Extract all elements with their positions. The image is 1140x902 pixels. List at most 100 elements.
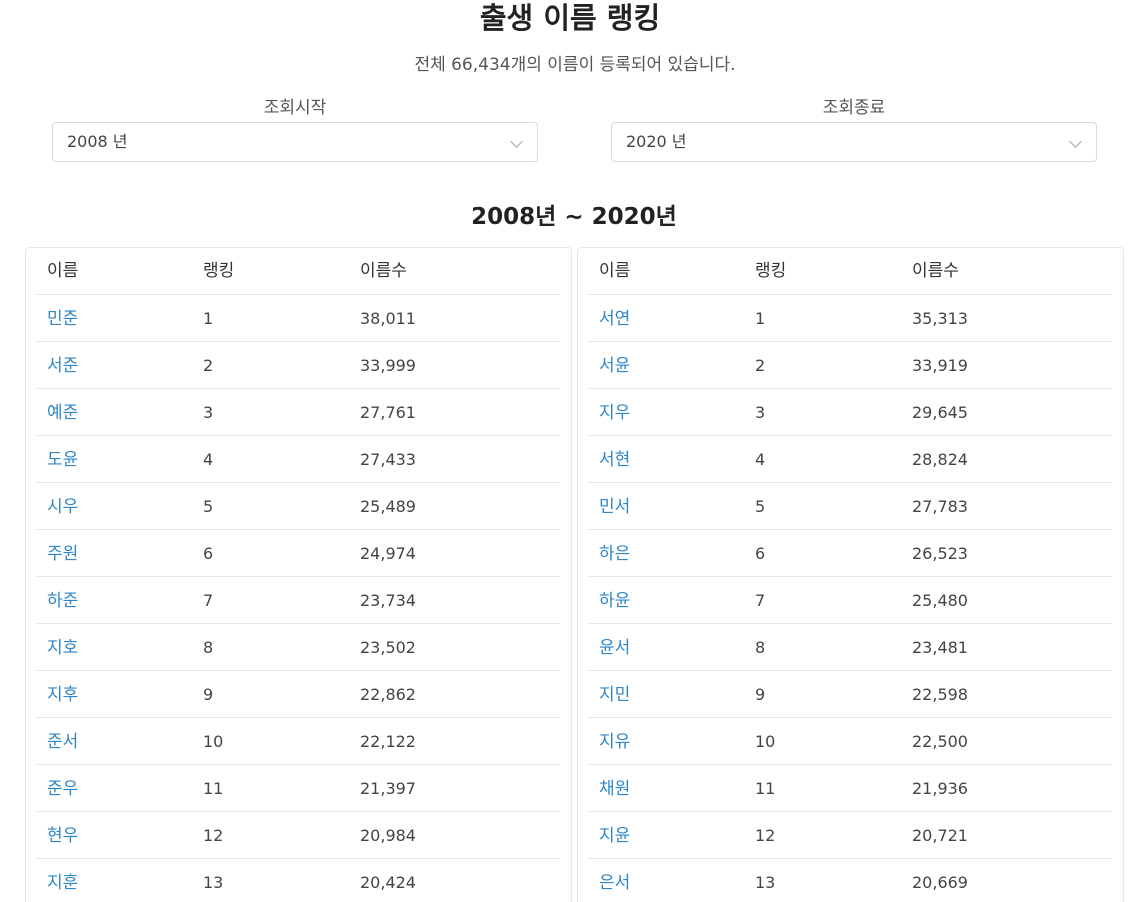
start-year-value: 2008 년 xyxy=(67,132,128,151)
table-row: 예준 3 27,761 xyxy=(36,389,560,436)
rank-cell: 9 xyxy=(203,685,214,704)
rank-cell: 6 xyxy=(203,544,214,563)
name-link[interactable]: 예준 xyxy=(47,389,78,437)
count-cell: 20,721 xyxy=(912,826,968,845)
name-link[interactable]: 채원 xyxy=(599,765,630,813)
count-cell: 33,919 xyxy=(912,356,968,375)
name-link[interactable]: 서윤 xyxy=(599,342,630,390)
name-link[interactable]: 지후 xyxy=(47,671,78,719)
table-row: 시우 5 25,489 xyxy=(36,483,560,530)
table-row: 하준 7 23,734 xyxy=(36,577,560,624)
table-row: 윤서 8 23,481 xyxy=(588,624,1112,671)
page-title: 출생 이름 랭킹 xyxy=(479,1,661,35)
boys-ranking-table: 이름 랭킹 이름수 민준 1 38,011 서준 2 33,999 예준 3 27,761 도윤 4… xyxy=(25,247,572,902)
name-link[interactable]: 은서 xyxy=(599,859,630,902)
name-link[interactable]: 민서 xyxy=(599,483,630,531)
name-link[interactable]: 준우 xyxy=(47,765,78,813)
count-cell: 22,500 xyxy=(912,732,968,751)
name-link[interactable]: 하윤 xyxy=(599,577,630,625)
rank-cell: 5 xyxy=(203,497,214,516)
chevron-down-icon xyxy=(510,135,523,148)
rank-cell: 4 xyxy=(755,450,766,469)
count-cell: 23,481 xyxy=(912,638,968,657)
rank-cell: 2 xyxy=(755,356,766,375)
name-link[interactable]: 주원 xyxy=(47,530,78,578)
name-link[interactable]: 지윤 xyxy=(599,812,630,860)
table-row: 은서 13 20,669 xyxy=(588,859,1112,902)
table-row: 서준 2 33,999 xyxy=(36,342,560,389)
name-link[interactable]: 민준 xyxy=(47,295,78,343)
name-link[interactable]: 도윤 xyxy=(47,436,78,484)
count-cell: 21,397 xyxy=(360,779,416,798)
name-link[interactable]: 지훈 xyxy=(47,859,78,902)
table-row: 현우 12 20,984 xyxy=(36,812,560,859)
end-year-select[interactable]: 2020 년 xyxy=(611,122,1097,162)
table-row: 지우 3 29,645 xyxy=(588,389,1112,436)
name-link[interactable]: 하은 xyxy=(599,530,630,578)
count-cell: 22,598 xyxy=(912,685,968,704)
start-year-select[interactable]: 2008 년 xyxy=(52,122,538,162)
count-cell: 29,645 xyxy=(912,403,968,422)
end-year-filter: 조회종료 2020 년 xyxy=(611,96,1097,162)
range-title: 2008년 ~ 2020년 xyxy=(471,204,677,230)
rank-cell: 12 xyxy=(755,826,776,845)
count-cell: 35,313 xyxy=(912,309,968,328)
column-header-name: 이름 xyxy=(599,261,631,281)
count-cell: 25,489 xyxy=(360,497,416,516)
rank-cell: 1 xyxy=(755,309,766,328)
table-header-row: 이름 랭킹 이름수 xyxy=(36,248,560,295)
column-header-name: 이름 xyxy=(47,261,79,281)
count-cell: 27,433 xyxy=(360,450,416,469)
start-year-filter: 조회시작 2008 년 xyxy=(52,96,538,162)
name-link[interactable]: 준서 xyxy=(47,718,78,766)
table-row: 도윤 4 27,433 xyxy=(36,436,560,483)
table-row: 민서 5 27,783 xyxy=(588,483,1112,530)
rank-cell: 12 xyxy=(203,826,224,845)
column-header-rank: 랭킹 xyxy=(755,261,787,281)
chevron-down-icon xyxy=(1069,135,1082,148)
rank-cell: 11 xyxy=(755,779,776,798)
count-cell: 23,502 xyxy=(360,638,416,657)
table-row: 지유 10 22,500 xyxy=(588,718,1112,765)
rank-cell: 8 xyxy=(203,638,214,657)
rank-cell: 5 xyxy=(755,497,766,516)
name-link[interactable]: 윤서 xyxy=(599,624,630,672)
column-header-count: 이름수 xyxy=(912,261,959,281)
girls-ranking-table: 이름 랭킹 이름수 서연 1 35,313 서윤 2 33,919 지우 3 29,645 서현 4… xyxy=(577,247,1124,902)
table-row: 지훈 13 20,424 xyxy=(36,859,560,902)
table-row: 지후 9 22,862 xyxy=(36,671,560,718)
name-link[interactable]: 서현 xyxy=(599,436,630,484)
table-row: 채원 11 21,936 xyxy=(588,765,1112,812)
count-cell: 38,011 xyxy=(360,309,416,328)
table-row: 서윤 2 33,919 xyxy=(588,342,1112,389)
name-link[interactable]: 시우 xyxy=(47,483,78,531)
name-link[interactable]: 지유 xyxy=(599,718,630,766)
count-cell: 22,862 xyxy=(360,685,416,704)
name-link[interactable]: 지민 xyxy=(599,671,630,719)
table-row: 서현 4 28,824 xyxy=(588,436,1112,483)
name-link[interactable]: 서준 xyxy=(47,342,78,390)
table-row: 하윤 7 25,480 xyxy=(588,577,1112,624)
name-link[interactable]: 지우 xyxy=(599,389,630,437)
end-year-value: 2020 년 xyxy=(626,132,687,151)
table-row: 민준 1 38,011 xyxy=(36,295,560,342)
count-cell: 27,761 xyxy=(360,403,416,422)
name-link[interactable]: 지호 xyxy=(47,624,78,672)
count-cell: 33,999 xyxy=(360,356,416,375)
name-link[interactable]: 하준 xyxy=(47,577,78,625)
name-link[interactable]: 서연 xyxy=(599,295,630,343)
rank-cell: 13 xyxy=(203,873,224,892)
table-row: 준서 10 22,122 xyxy=(36,718,560,765)
table-row: 준우 11 21,397 xyxy=(36,765,560,812)
table-row: 지윤 12 20,721 xyxy=(588,812,1112,859)
start-year-label: 조회시작 xyxy=(263,98,327,118)
count-cell: 24,974 xyxy=(360,544,416,563)
name-link[interactable]: 현우 xyxy=(47,812,78,860)
column-header-count: 이름수 xyxy=(360,261,407,281)
count-cell: 25,480 xyxy=(912,591,968,610)
count-cell: 20,984 xyxy=(360,826,416,845)
table-row: 주원 6 24,974 xyxy=(36,530,560,577)
count-cell: 27,783 xyxy=(912,497,968,516)
rank-cell: 10 xyxy=(755,732,776,751)
count-cell: 20,669 xyxy=(912,873,968,892)
